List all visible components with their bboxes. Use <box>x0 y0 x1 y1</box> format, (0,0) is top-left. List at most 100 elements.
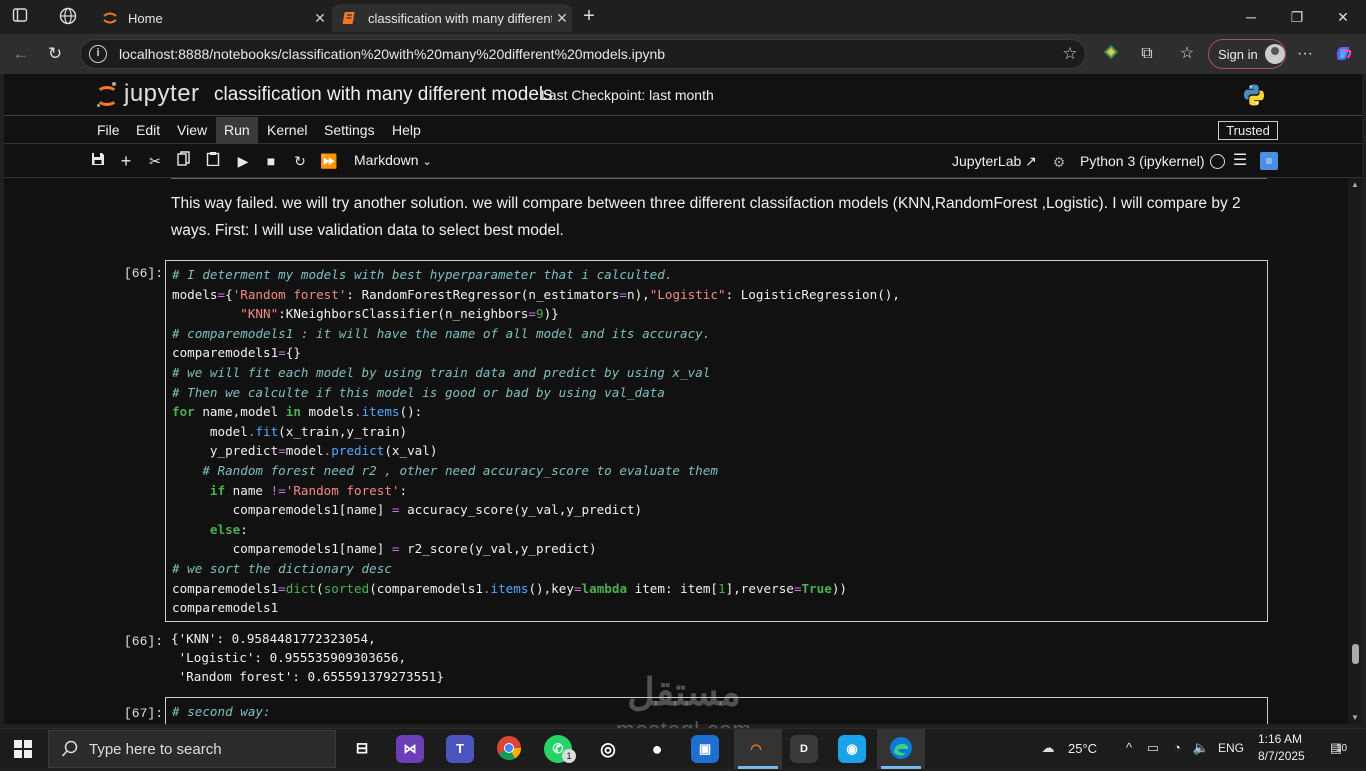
back-arrow-icon[interactable]: ← <box>10 43 32 65</box>
windows-taskbar: Type here to search ⊟ ⋈ T ✆ 1 ◎ ● ▣ ◠ D … <box>0 728 1366 769</box>
insert-cell-icon[interactable]: + <box>115 151 137 171</box>
cell-type-select[interactable]: Markdown ⌄ <box>354 152 432 168</box>
favorites-icon[interactable]: ☆ <box>1176 43 1198 65</box>
code-line: comparemodels1 <box>172 600 279 616</box>
volume-icon[interactable]: 🔈 <box>1192 739 1210 757</box>
task-view-icon[interactable]: ⊟ <box>348 735 376 763</box>
weather-temp[interactable]: 25°C <box>1068 741 1097 756</box>
copilot-icon[interactable] <box>1332 43 1354 65</box>
code-line: comparemodels1[name] = r2_score(y_val,y_… <box>172 541 597 557</box>
jupyter-task-icon[interactable]: ◠ <box>742 735 770 763</box>
edge-icon[interactable] <box>887 735 915 763</box>
jupyter-menu-bar: File Edit View Run Kernel Settings Help … <box>4 117 1362 144</box>
address-bar[interactable]: i localhost:8888/notebooks/classificatio… <box>80 39 1086 69</box>
markdown-cell[interactable]: This way failed. we will try another sol… <box>171 190 1251 244</box>
taskbar-search[interactable]: Type here to search <box>48 730 336 768</box>
run-cell-icon[interactable]: ▶ <box>232 151 254 171</box>
menu-view[interactable]: View <box>169 117 215 144</box>
cut-icon[interactable]: ✂ <box>144 151 166 171</box>
menu-file[interactable]: File <box>89 117 128 144</box>
output-line: 'Logistic': 0.955535909303656, <box>171 649 407 665</box>
new-tab-button[interactable]: + <box>578 6 600 28</box>
app-h-icon[interactable]: ◉ <box>838 735 866 763</box>
workspaces-icon[interactable] <box>58 7 78 27</box>
clock-time[interactable]: 1:16 AM <box>1258 732 1302 746</box>
external-link-icon: ↗ <box>1025 153 1037 169</box>
clock-date[interactable]: 8/7/2025 <box>1258 749 1305 763</box>
code-line: y_predict=model.predict(x_val) <box>172 443 438 459</box>
tab-actions-icon[interactable] <box>10 7 30 27</box>
search-placeholder: Type here to search <box>89 740 222 758</box>
restart-run-all-icon[interactable]: ⏩ <box>318 151 340 171</box>
site-info-icon[interactable]: i <box>89 45 107 63</box>
property-inspector-icon[interactable]: ≡ <box>1260 152 1278 170</box>
tab-notebook[interactable]: classification with many different model… <box>332 4 572 32</box>
github-icon[interactable]: ● <box>643 735 671 763</box>
scroll-down-icon[interactable]: ▼ <box>1350 713 1360 722</box>
copy-icon[interactable] <box>173 151 195 171</box>
more-menu-icon[interactable]: ··· <box>1294 43 1316 65</box>
notebook-title[interactable]: classification with many different model… <box>214 84 553 106</box>
obs-icon[interactable]: ◎ <box>594 735 622 763</box>
close-window-icon[interactable]: ✕ <box>1328 6 1358 28</box>
weather-icon[interactable]: ☁ <box>1036 739 1060 757</box>
jupyter-logo-icon <box>96 80 118 108</box>
code-line: model.fit(x_train,y_train) <box>172 423 408 439</box>
paste-icon[interactable] <box>202 151 224 171</box>
output-line: {'KNN': 0.9584481772323054, <box>171 631 376 646</box>
sign-in-button[interactable]: Sign in <box>1208 39 1286 69</box>
close-tab-icon[interactable]: ✕ <box>552 10 572 27</box>
profile-avatar <box>1264 44 1285 64</box>
close-tab-icon[interactable]: ✕ <box>310 10 330 27</box>
code-cell-66[interactable]: # I determent my models with best hyperp… <box>165 260 1268 622</box>
browser-tab-bar: Home ✕ classification with many differen… <box>0 0 1366 34</box>
minimize-icon[interactable]: ─ <box>1236 6 1266 28</box>
code-line: for name,model in models.items(): <box>172 404 423 420</box>
output-66: {'KNN': 0.9584481772323054, 'Logistic': … <box>171 630 444 686</box>
code-line: "KNN":KNeighborsClassifier(n_neighbors=9… <box>240 306 559 322</box>
visual-studio-icon[interactable]: ⋈ <box>396 735 424 763</box>
reload-icon[interactable]: ↻ <box>44 43 66 65</box>
restore-icon[interactable]: ❐ <box>1282 6 1312 28</box>
open-jupyterlab-link[interactable]: JupyterLab ↗ <box>952 153 1037 170</box>
extensions-puzzle-icon[interactable]: ⧉ <box>1136 43 1158 65</box>
scroll-thumb[interactable] <box>1352 644 1359 664</box>
python-logo-icon <box>1244 84 1264 106</box>
wifi-icon[interactable]: ◔ <box>1168 739 1186 757</box>
battery-icon[interactable]: ▭ <box>1144 739 1162 757</box>
kernel-settings-gear-icon[interactable]: ⚙ <box>1048 152 1070 172</box>
jupyter-logo[interactable]: jupyter <box>96 80 200 108</box>
notebook-scrollbar[interactable]: ▲ ▼ <box>1348 178 1362 724</box>
teams-icon[interactable]: T <box>446 735 474 763</box>
menu-settings[interactable]: Settings <box>316 117 383 144</box>
interrupt-kernel-icon[interactable]: ■ <box>260 151 282 171</box>
whatsapp-badge: 1 <box>562 749 576 763</box>
trusted-badge[interactable]: Trusted <box>1218 121 1278 140</box>
save-icon[interactable] <box>87 151 109 171</box>
windows-start-icon[interactable] <box>14 740 32 758</box>
url-text[interactable]: localhost:8888/notebooks/classification%… <box>119 46 1055 62</box>
jupyter-logo-text: jupyter <box>124 80 200 107</box>
notebook-cells: This way failed. we will try another sol… <box>83 178 1283 724</box>
code-line: else: <box>209 521 248 537</box>
favorite-star-icon[interactable]: ☆ <box>1055 44 1085 64</box>
menu-help[interactable]: Help <box>384 117 429 144</box>
menu-kernel[interactable]: Kernel <box>259 117 315 144</box>
scroll-up-icon[interactable]: ▲ <box>1350 180 1360 189</box>
input-language[interactable]: ENG <box>1218 741 1244 755</box>
code-line: # I determent my models with best hyperp… <box>172 267 673 282</box>
chrome-icon[interactable] <box>495 735 523 763</box>
show-hidden-icons-chevron-icon[interactable]: ^ <box>1120 739 1138 757</box>
menu-run[interactable]: Run <box>216 117 258 144</box>
tab-home[interactable]: Home ✕ <box>92 4 330 32</box>
table-of-contents-icon[interactable]: ☰ <box>1229 151 1251 171</box>
menu-edit[interactable]: Edit <box>128 117 168 144</box>
remote-desktop-icon[interactable]: ▣ <box>691 735 719 763</box>
restart-kernel-icon[interactable]: ↻ <box>289 151 311 171</box>
app-d-icon[interactable]: D <box>790 735 818 763</box>
input-prompt: [66]: <box>123 266 163 281</box>
tab-label: Home <box>128 10 163 26</box>
extension-icon[interactable] <box>1100 43 1122 65</box>
jupyter-favicon-icon <box>103 12 117 24</box>
kernel-name[interactable]: Python 3 (ipykernel) <box>1080 153 1205 169</box>
